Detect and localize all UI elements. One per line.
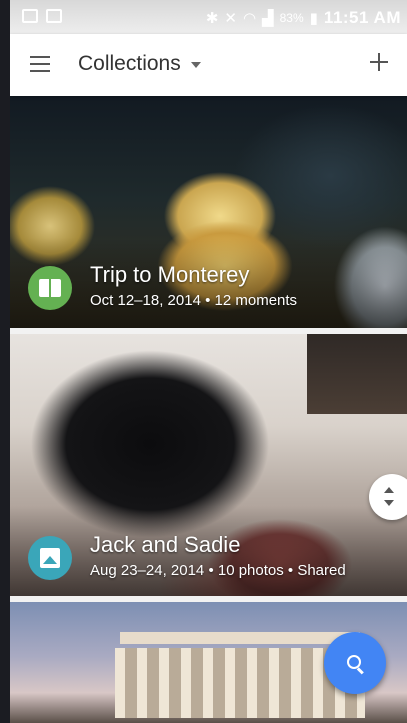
image-notification-icon [46, 9, 62, 23]
dropdown-caret-icon [190, 62, 201, 68]
battery-percent: 83% [279, 11, 304, 25]
status-icons: ✱ ✕ ◠ ▟ 83% ▮ 11:51 AM [206, 8, 401, 28]
scroll-down-icon [384, 500, 394, 506]
notification-icon [22, 9, 38, 23]
add-collection-button[interactable] [365, 48, 393, 76]
bluetooth-icon: ✱ [205, 10, 219, 27]
scroll-up-icon [384, 487, 394, 493]
clock: 11:51 AM [323, 8, 401, 27]
notification-icons [22, 9, 62, 23]
phone-screen: ✱ ✕ ◠ ▟ 83% ▮ 11:51 AM Collections Trip … [10, 0, 407, 723]
app-bar: Collections [10, 34, 407, 96]
wifi-icon: ◠ [242, 10, 257, 27]
story-badge [28, 266, 72, 310]
status-bar: ✱ ✕ ◠ ▟ 83% ▮ 11:51 AM [10, 0, 407, 34]
page-title: Collections [78, 52, 181, 75]
mute-icon: ✕ [224, 10, 237, 27]
collection-title: Trip to Monterey [90, 262, 250, 287]
story-book-icon [39, 279, 61, 297]
collection-subtitle: Oct 12–18, 2014 • 12 moments [90, 292, 298, 309]
search-icon [347, 655, 363, 671]
collection-card-trip-to-monterey[interactable]: Trip to Monterey Oct 12–18, 2014 • 12 mo… [10, 96, 407, 328]
collections-dropdown[interactable]: Collections [78, 52, 201, 76]
battery-icon: ▮ [309, 10, 318, 27]
album-badge [28, 536, 72, 580]
album-photo-icon [40, 548, 60, 568]
signal-icon: ▟ [262, 10, 274, 27]
search-fab-button[interactable] [324, 632, 386, 694]
scroll-handle[interactable] [369, 474, 407, 520]
hamburger-menu-icon[interactable] [30, 56, 50, 72]
collection-subtitle: Aug 23–24, 2014 • 10 photos • Shared [90, 562, 346, 579]
collection-card-jack-and-sadie[interactable]: Jack and Sadie Aug 23–24, 2014 • 10 phot… [10, 334, 407, 596]
collection-title: Jack and Sadie [90, 532, 241, 557]
